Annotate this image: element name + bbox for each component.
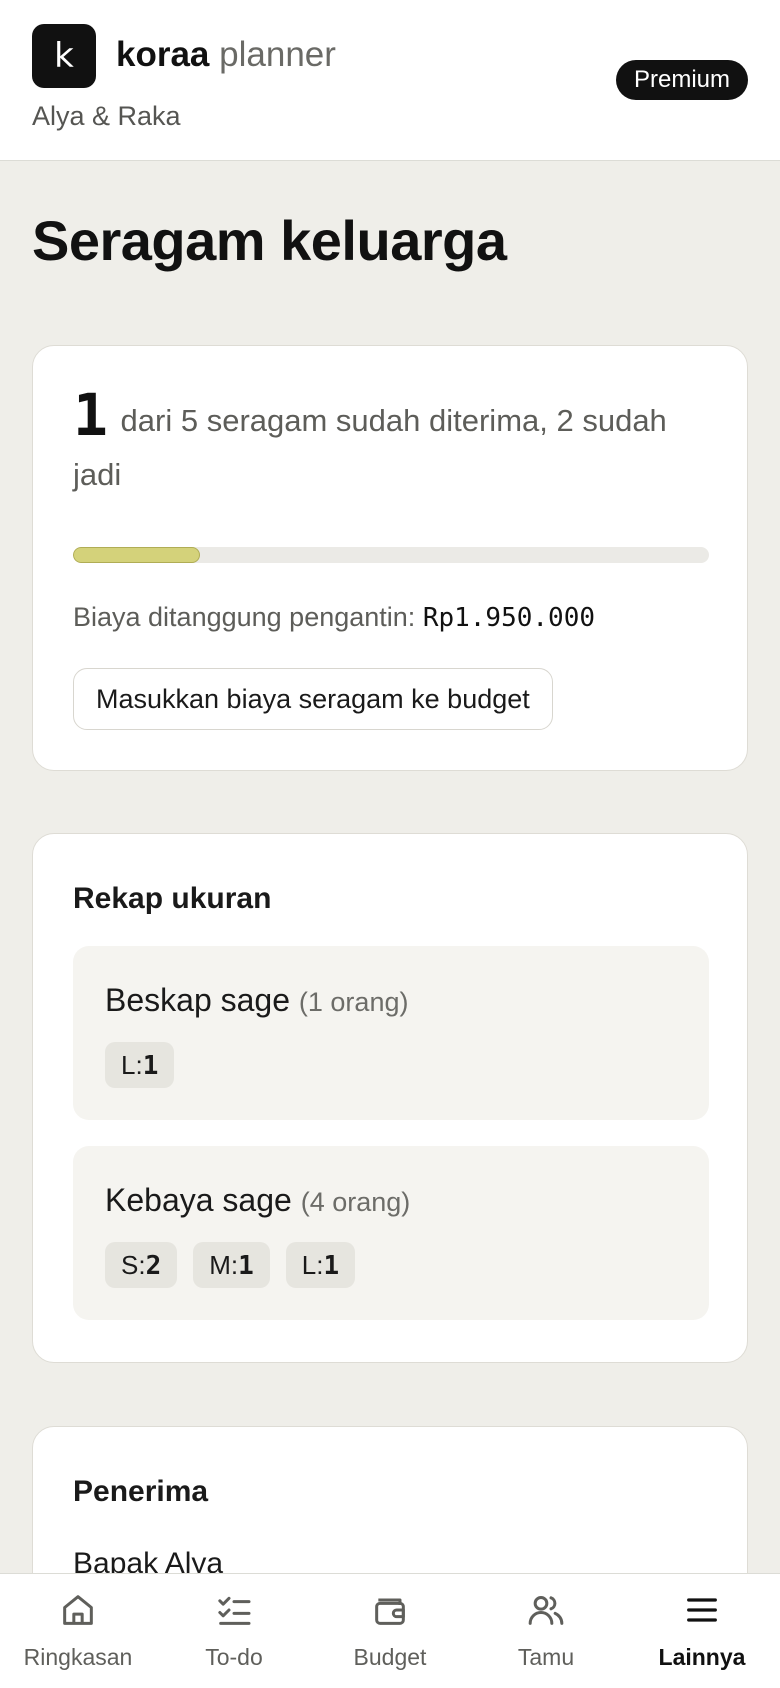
people-count: (1 orang) [298,987,409,1017]
cost-label: Biaya ditanggung pengantin: [73,602,416,632]
size-value: 1 [142,1051,159,1081]
brand-title: koraa planner [116,34,336,76]
size-chip: L:1 [105,1042,175,1088]
progress-fill [73,547,201,563]
brand-subtitle: planner [219,35,336,74]
nav-label: To-do [205,1644,263,1670]
add-to-budget-button[interactable]: Masukkan biaya seragam ke budget [73,668,553,730]
app-header: k koraa planner Alya & Raka Premium [0,0,780,161]
size-group: Kebaya sage (4 orang) S:2 M:1 L:1 [73,1146,709,1320]
people-count: (4 orang) [300,1187,411,1217]
summary-card: 1 dari 5 seragam sudah diterima, 2 sudah… [32,345,748,771]
size-label: S: [121,1250,146,1280]
progress-bar [73,547,709,563]
users-icon [528,1596,564,1625]
size-value: 1 [323,1251,340,1281]
size-chips: L:1 [105,1042,175,1088]
size-value: 2 [145,1251,162,1281]
size-label: L: [301,1250,324,1280]
nav-item-budget[interactable]: Budget [312,1574,468,1688]
size-value: 1 [238,1251,254,1281]
nav-label: Budget [353,1644,427,1670]
size-group: Beskap sage (1 orang) L:1 [73,946,709,1120]
nav-label: Ringkasan [23,1644,133,1670]
home-icon [63,1595,93,1625]
cost-line: Biaya ditanggung pengantin: Rp1.950.000 [73,602,595,633]
wallet-icon [375,1598,405,1625]
logo-letter: k [54,36,74,76]
status-text: dari 5 seragam sudah diterima, 2 sudah j… [73,403,667,492]
garment-name: Kebaya sage [105,1182,292,1218]
bottom-nav: Ringkasan To-do Budget Tamu Lainnya [0,1573,780,1688]
app-logo[interactable]: k [32,24,96,88]
nav-item-todo[interactable]: To-do [156,1574,312,1688]
menu-icon [687,1598,717,1622]
page-title: Seragam keluarga [32,209,507,272]
nav-label: Lainnya [658,1644,746,1670]
nav-item-tamu[interactable]: Tamu [468,1574,624,1688]
size-chip: L:1 [285,1242,356,1288]
brand-name: koraa [116,35,210,74]
size-group-title: Beskap sage (1 orang) [105,982,408,1019]
premium-badge[interactable]: Premium [615,60,748,100]
nav-item-lainnya[interactable]: Lainnya [624,1574,780,1688]
cost-value: Rp1.950.000 [422,603,595,633]
uniform-status: 1 dari 5 seragam sudah diterima, 2 sudah… [73,386,723,502]
garment-name: Beskap sage [105,982,291,1018]
size-recap-title: Rekap ukuran [73,882,272,915]
nav-label: Tamu [517,1644,575,1670]
size-label: M: [209,1250,239,1280]
size-chip: M:1 [193,1242,270,1288]
recipients-title: Penerima [73,1475,209,1508]
size-recap-card: Rekap ukuran Beskap sage (1 orang) L:1 K… [32,833,748,1363]
size-chips: S:2 M:1 L:1 [105,1242,356,1288]
checklist-icon [218,1596,251,1625]
size-chip: S:2 [105,1242,178,1288]
couple-name: Alya & Raka [32,101,181,131]
size-group-title: Kebaya sage (4 orang) [105,1182,410,1219]
size-label: L: [121,1050,143,1080]
received-count: 1 [73,381,108,449]
nav-item-ringkasan[interactable]: Ringkasan [0,1574,156,1688]
